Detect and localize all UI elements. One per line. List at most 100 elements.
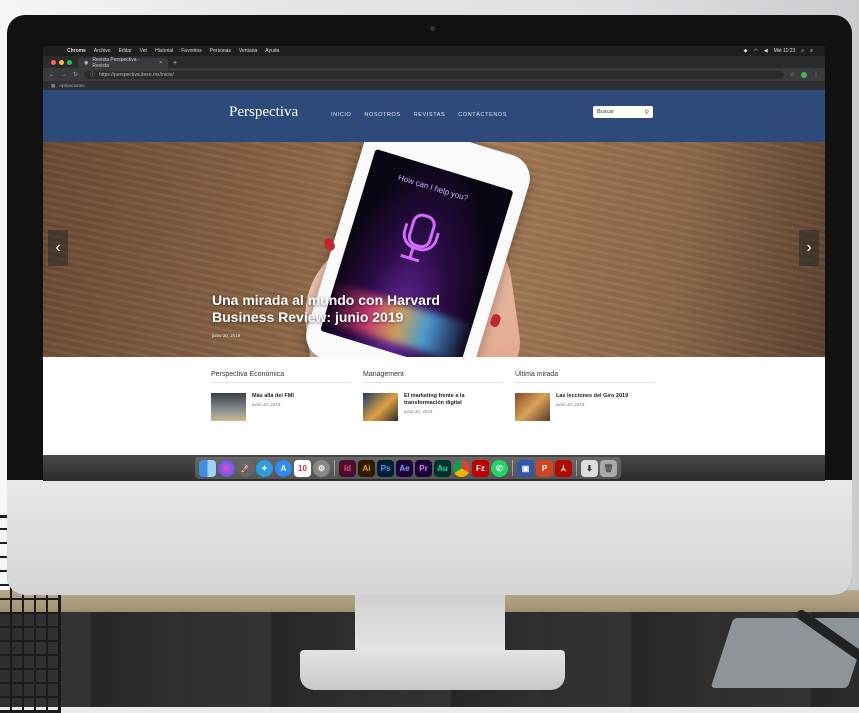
finder-icon[interactable]: [199, 459, 216, 477]
hero-date: junio 20, 2019: [212, 333, 241, 338]
calendar-icon[interactable]: 10: [294, 459, 311, 477]
slider-prev-button[interactable]: ‹: [48, 230, 68, 266]
zoom-window-button[interactable]: [67, 60, 72, 65]
apps-icon[interactable]: ▦: [51, 83, 55, 89]
bookmark-apps[interactable]: Aplicaciones: [59, 83, 84, 88]
premiere-icon[interactable]: Pr: [415, 459, 432, 477]
menu-item[interactable]: Historial: [155, 48, 173, 54]
chrome-menu-icon[interactable]: ⋮: [813, 71, 819, 78]
preferences-icon[interactable]: ⚙: [313, 459, 330, 477]
volume-icon[interactable]: ◀: [764, 48, 768, 54]
preview-icon[interactable]: ▣: [517, 459, 534, 477]
column-title[interactable]: Management: [363, 371, 503, 383]
imac-stand-foot: [300, 650, 565, 690]
hero-slider[interactable]: How can I help you? Una mirada al mundo …: [43, 142, 825, 357]
minimize-window-button[interactable]: [59, 60, 64, 65]
column-title[interactable]: Perspectiva Económica: [211, 371, 351, 383]
launchpad-icon[interactable]: 🚀: [237, 459, 254, 477]
menu-item[interactable]: Ventana: [239, 48, 257, 54]
acrobat-icon[interactable]: ⅄: [555, 459, 572, 477]
menubar-clock[interactable]: Mié 11:23: [774, 48, 796, 54]
assistant-prompt: How can I help you?: [397, 172, 470, 203]
menu-item[interactable]: Editar: [119, 48, 132, 54]
menu-item[interactable]: Personas: [210, 48, 231, 54]
site-header: Perspectiva INICIO NOSOTROS REVISTAS CON…: [43, 90, 825, 142]
browser-tab[interactable]: ◉ Revista Perspectiva - Revista ×: [78, 57, 168, 69]
filezilla-icon[interactable]: Fz: [472, 459, 489, 477]
whatsapp-icon[interactable]: ✆: [491, 459, 508, 477]
site-logo[interactable]: Perspectiva: [229, 104, 298, 121]
reload-icon[interactable]: ↻: [73, 71, 78, 78]
back-icon[interactable]: ←: [49, 72, 55, 78]
menu-item[interactable]: Favoritos: [181, 48, 202, 54]
bookmark-star-icon[interactable]: ☆: [790, 71, 795, 78]
category-columns: Perspectiva Económica Más allá del FMI j…: [43, 357, 825, 457]
close-tab-icon[interactable]: ×: [159, 60, 162, 66]
column-title[interactable]: Última mirada: [515, 371, 655, 383]
forward-icon[interactable]: →: [61, 72, 67, 78]
nav-link-nosotros[interactable]: NOSOTROS: [364, 112, 400, 118]
extension-icon[interactable]: [801, 71, 807, 78]
menu-item[interactable]: Ver: [140, 48, 148, 54]
site-nav: INICIO NOSOTROS REVISTAS CONTÁCTENOS: [331, 112, 507, 118]
dock-area: 🚀 ✦ A 10 ⚙ Id Ai Ps Ae Pr Au Fz ✆ ▣ P ⅄ …: [43, 455, 825, 481]
powerpoint-icon[interactable]: P: [536, 459, 553, 477]
browser-tabbar: ◉ Revista Perspectiva - Revista × +: [43, 56, 825, 69]
app-store-icon[interactable]: A: [275, 459, 292, 477]
search-icon[interactable]: ⚲: [645, 109, 649, 116]
imac-stand-neck: [355, 595, 505, 655]
nav-link-inicio[interactable]: INICIO: [331, 112, 351, 118]
post-date: junio 20, 2019: [252, 402, 281, 407]
spotlight-icon[interactable]: ⌕: [801, 48, 804, 54]
address-bar[interactable]: ⓘ https://perspectiva.iteso.mx/inicio/: [84, 70, 784, 79]
notification-center-icon[interactable]: ≡: [810, 48, 813, 54]
post-date: junio 20, 2019: [556, 402, 585, 407]
after-effects-icon[interactable]: Ae: [396, 459, 413, 477]
info-icon: ⓘ: [90, 72, 96, 78]
nav-link-revistas[interactable]: REVISTAS: [414, 112, 446, 118]
url-text: https://perspectiva.iteso.mx/inicio/: [99, 71, 174, 78]
safari-icon[interactable]: ✦: [256, 459, 273, 477]
dropbox-icon[interactable]: ◆: [744, 48, 748, 54]
siri-icon[interactable]: [218, 459, 235, 477]
notebook: [710, 618, 859, 688]
post-item[interactable]: Las lecciones del Giro 2019 junio 20, 20…: [515, 393, 655, 421]
post-title[interactable]: El marketing frente a la transformación …: [404, 393, 503, 407]
post-thumbnail[interactable]: [363, 393, 398, 421]
new-tab-icon[interactable]: +: [173, 60, 177, 67]
post-thumbnail[interactable]: [515, 393, 550, 421]
trash-icon[interactable]: 🗑: [600, 459, 617, 477]
hero-title[interactable]: Una mirada al mundo con Harvard Business…: [212, 292, 452, 326]
search-placeholder: Buscar: [597, 109, 615, 115]
camera-icon: [430, 26, 435, 31]
post-title[interactable]: Más allá del FMI: [252, 393, 294, 400]
screen: Chrome Archivo Editar Ver Historial Favo…: [43, 46, 825, 481]
column-perspectiva-economica: Perspectiva Económica Más allá del FMI j…: [211, 371, 351, 421]
close-window-button[interactable]: [51, 60, 56, 65]
search-input[interactable]: Buscar ⚲: [593, 106, 653, 118]
menu-item[interactable]: Ayuda: [265, 48, 279, 54]
slider-next-button[interactable]: ›: [799, 230, 819, 266]
audition-icon[interactable]: Au: [434, 459, 451, 477]
dock-separator: [576, 460, 577, 476]
window-controls: [51, 60, 72, 65]
downloads-icon[interactable]: ⬇: [581, 459, 598, 477]
mac-menubar: Chrome Archivo Editar Ver Historial Favo…: [43, 46, 825, 56]
post-item[interactable]: El marketing frente a la transformación …: [363, 393, 503, 421]
column-management: Management El marketing frente a la tran…: [363, 371, 503, 421]
post-thumbnail[interactable]: [211, 393, 246, 421]
favicon-icon: ◉: [84, 60, 89, 66]
dock-separator: [512, 460, 513, 476]
wifi-icon[interactable]: ◠: [753, 48, 757, 54]
menu-item[interactable]: Archivo: [94, 48, 111, 54]
indesign-icon[interactable]: Id: [339, 459, 356, 477]
illustrator-icon[interactable]: Ai: [358, 459, 375, 477]
photoshop-icon[interactable]: Ps: [377, 459, 394, 477]
post-title[interactable]: Las lecciones del Giro 2019: [556, 393, 628, 400]
post-item[interactable]: Más allá del FMI junio 20, 2019: [211, 393, 351, 421]
post-date: junio 20, 2019: [404, 409, 433, 414]
chrome-icon[interactable]: [453, 459, 470, 477]
menubar-app[interactable]: Chrome: [67, 48, 86, 54]
nav-link-contactenos[interactable]: CONTÁCTENOS: [458, 112, 507, 118]
column-ultima-mirada: Última mirada Las lecciones del Giro 201…: [515, 371, 655, 421]
